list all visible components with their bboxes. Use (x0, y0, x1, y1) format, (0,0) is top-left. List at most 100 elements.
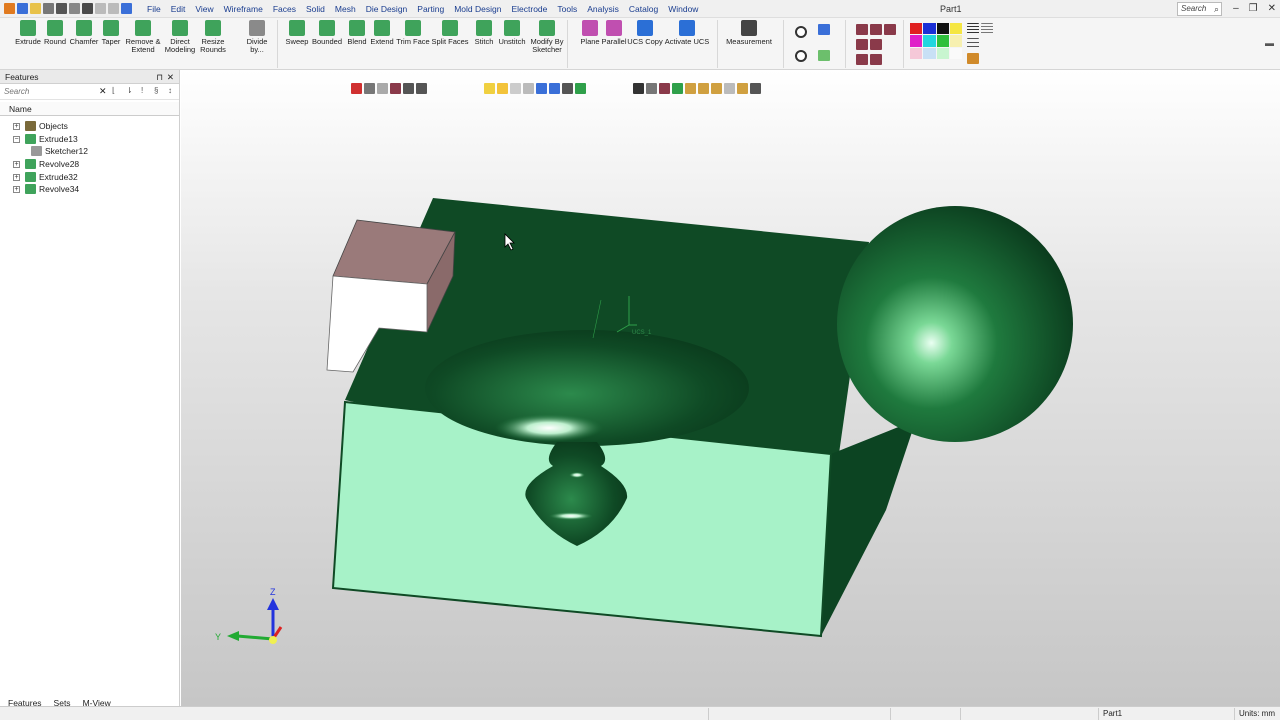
tree-item-revolve34[interactable]: + Revolve34 (13, 183, 79, 195)
pan-icon[interactable] (818, 24, 830, 35)
ribbon-collapse-icon[interactable]: ▬ (1265, 38, 1274, 48)
tree-item-objects[interactable]: + Objects (13, 120, 68, 132)
color-cyan-swatch[interactable] (923, 35, 936, 47)
menu-item-solid[interactable]: Solid (301, 0, 330, 18)
view-icon[interactable] (56, 3, 67, 14)
model-scene: UCS_1 Z Y (215, 198, 1073, 644)
show-icon[interactable]: ! (141, 86, 143, 95)
print-icon[interactable] (43, 3, 54, 14)
tree-item-sketcher12[interactable]: Sketcher12 (31, 145, 88, 157)
title-bar: File Edit View Wireframe Faces Solid Mesh Die D… (0, 0, 1280, 18)
shaded-view-icon[interactable] (856, 24, 868, 35)
snap-points-icon[interactable] (818, 50, 830, 61)
expander-icon[interactable]: + (13, 160, 20, 168)
expander-icon[interactable]: + (13, 185, 20, 193)
sort-icon[interactable]: ⇂ (126, 86, 133, 95)
feature-tree: + Objects − Extrude13 Sketcher12 + Revolve28 + E… (0, 116, 179, 216)
zoom-icon[interactable] (795, 26, 807, 38)
expander-icon[interactable]: + (13, 173, 20, 181)
refresh-icon[interactable] (108, 3, 119, 14)
panel-search-input[interactable] (4, 85, 104, 98)
tree-item-revolve28[interactable]: + Revolve28 (13, 158, 79, 170)
menu-item-catalog[interactable]: Catalog (624, 0, 663, 18)
line-weight-icon[interactable] (967, 23, 979, 34)
tree-item-label: Revolve34 (39, 184, 80, 194)
menu-item-electrode[interactable]: Electrode (506, 0, 552, 18)
color-palette[interactable] (910, 23, 962, 59)
tree-item-extrude32[interactable]: + Extrude32 (13, 171, 78, 183)
column-header-name[interactable]: Name (0, 102, 179, 116)
section-icon[interactable] (870, 39, 882, 50)
wire-view-icon[interactable] (870, 24, 882, 35)
box-view-icon[interactable] (856, 54, 868, 65)
expander-icon[interactable]: + (13, 122, 20, 130)
restore-icon[interactable]: ❐ (1249, 0, 1258, 18)
menu-item-mesh[interactable]: Mesh (330, 0, 361, 18)
minimize-icon[interactable]: – (1233, 0, 1239, 18)
menu-item-parting[interactable]: Parting (412, 0, 449, 18)
color-green-swatch[interactable] (936, 35, 949, 47)
3d-viewport[interactable]: UCS_1 Z Y (181, 70, 1280, 706)
document-title: Part1 (940, 4, 962, 14)
color-magenta-swatch[interactable] (910, 35, 923, 47)
window-controls: – ❐ ✕ (1233, 0, 1276, 18)
color-lightgreen-swatch[interactable] (936, 47, 949, 59)
tree-item-label: Sketcher12 (45, 146, 88, 156)
color-white-swatch[interactable] (949, 47, 962, 59)
panel-close-icon[interactable]: ✕ (167, 70, 174, 84)
paint-brush-icon[interactable] (967, 53, 979, 64)
render-icon[interactable] (884, 24, 896, 35)
explode-icon[interactable] (870, 54, 882, 65)
options-icon[interactable] (69, 3, 80, 14)
search-placeholder: Search (1181, 4, 1207, 13)
search-icon[interactable]: ⌕ (1214, 3, 1219, 15)
expand-all-icon[interactable]: ↕ (168, 86, 172, 95)
neck-highlight (569, 472, 585, 478)
ribbon-group-solid (0, 20, 278, 68)
save-icon[interactable] (17, 3, 28, 14)
menu-item-wireframe[interactable]: Wireframe (219, 0, 268, 18)
undo-icon[interactable] (82, 3, 93, 14)
sphere[interactable] (837, 206, 1073, 442)
menu-item-edit[interactable]: Edit (166, 0, 191, 18)
settings-icon[interactable]: § (154, 86, 158, 95)
global-search-input[interactable]: Search ⌕ (1177, 2, 1222, 16)
filter-icon[interactable]: ⌊ (112, 86, 115, 95)
menu-item-die-design[interactable]: Die Design (361, 0, 413, 18)
color-lightyellow-swatch[interactable] (949, 35, 962, 47)
menu-item-analysis[interactable]: Analysis (582, 0, 624, 18)
color-lightblue-swatch[interactable] (923, 47, 936, 59)
menu-item-window[interactable]: Window (663, 0, 703, 18)
redo-icon[interactable] (95, 3, 106, 14)
open-icon[interactable] (30, 3, 41, 14)
status-cell-3 (960, 708, 1098, 720)
main-menu: File Edit View Wireframe Faces Solid Mesh Die D… (142, 0, 703, 18)
ribbon-group-faces (278, 20, 568, 68)
window-icon[interactable] (121, 3, 132, 14)
line-type-icon[interactable] (967, 38, 979, 49)
close-icon[interactable]: ✕ (1268, 0, 1276, 18)
revolve-icon (25, 184, 36, 194)
clear-search-icon[interactable]: ✕ (99, 86, 107, 97)
color-yellow-swatch[interactable] (949, 23, 962, 35)
color-red-swatch[interactable] (910, 23, 923, 35)
line-style-icon[interactable] (981, 23, 993, 34)
tree-item-extrude13[interactable]: − Extrude13 (13, 133, 78, 145)
expander-icon[interactable]: − (13, 135, 20, 143)
bowl-highlight (495, 414, 603, 442)
axis-triad (227, 598, 283, 644)
app-logo-icon[interactable] (4, 3, 15, 14)
menu-item-file[interactable]: File (142, 0, 166, 18)
block-right-face[interactable] (821, 420, 916, 636)
menu-item-tools[interactable]: Tools (552, 0, 582, 18)
status-part: Part1 (1098, 708, 1234, 720)
zoom-window-icon[interactable] (795, 50, 807, 62)
hidden-line-icon[interactable] (856, 39, 868, 50)
color-black-swatch[interactable] (936, 23, 949, 35)
color-blue-swatch[interactable] (923, 23, 936, 35)
menu-item-view[interactable]: View (190, 0, 218, 18)
menu-item-mold-design[interactable]: Mold Design (449, 0, 506, 18)
menu-item-faces[interactable]: Faces (268, 0, 301, 18)
color-pink-swatch[interactable] (910, 47, 923, 59)
pin-icon[interactable]: ⊓ (156, 70, 163, 84)
